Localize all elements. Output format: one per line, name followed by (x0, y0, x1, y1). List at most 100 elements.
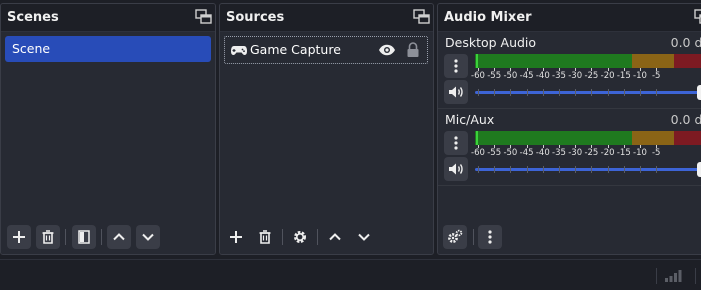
scale-label: -40 (535, 148, 550, 158)
remove-scene-button[interactable] (36, 225, 60, 249)
scale-label: -60 (471, 71, 485, 81)
move-scene-up-button[interactable] (107, 225, 131, 249)
slider-handle[interactable] (697, 162, 701, 177)
slider-tick (526, 89, 528, 96)
toolbar-separator (317, 229, 318, 245)
undock-icon[interactable] (413, 9, 430, 25)
move-scene-down-button[interactable] (136, 225, 160, 249)
audio-mixer-toolbar (438, 221, 701, 254)
volume-slider[interactable] (475, 162, 701, 178)
audio-mixer-dock-title: Audio Mixer (444, 10, 532, 25)
scale-label: -55 (487, 148, 502, 158)
kebab-menu-icon (454, 136, 458, 150)
add-scene-button[interactable] (7, 225, 31, 249)
volume-slider[interactable] (475, 85, 701, 101)
channel-menu-button[interactable] (444, 54, 468, 78)
toolbar-separator (473, 229, 474, 245)
sources-toolbar (220, 221, 433, 254)
scale-label: -10 (633, 148, 647, 158)
slider-tick (591, 89, 593, 96)
audio-mixer-dock: Audio Mixer Desktop Audio 0.0 dB -60-55-… (437, 3, 701, 255)
audio-mixer-channels: Desktop Audio 0.0 dB -60-55-50-45-40-35-… (438, 32, 701, 221)
visibility-eye-icon[interactable] (378, 43, 396, 57)
channel-level: 0.0 dB (670, 35, 701, 50)
mute-button[interactable] (444, 80, 468, 104)
sources-dock: Sources Game Capture (219, 3, 434, 255)
scale-label: -30 (568, 148, 583, 158)
scale-label: -15 (616, 148, 631, 158)
scene-item[interactable]: Scene (5, 36, 211, 62)
add-source-button[interactable] (224, 225, 248, 249)
move-source-up-button[interactable] (323, 225, 347, 249)
scale-label: -50 (503, 148, 518, 158)
slider-tick (623, 166, 625, 173)
plus-icon (230, 231, 242, 243)
channel-level: 0.0 dB (670, 112, 701, 127)
scale-label: -25 (584, 148, 599, 158)
remove-source-button[interactable] (253, 225, 277, 249)
slider-tick (656, 166, 658, 173)
scale-label: -10 (633, 71, 647, 81)
slider-tick (542, 89, 544, 96)
channel-menu-button[interactable] (444, 131, 468, 155)
meter-scale: -60 -55 -50 -45 -40 -35 -30 -25 -20 -15 -10 -5 (471, 145, 701, 163)
mixer-channel-mic-aux: Mic/Aux 0.0 dB -60-55-50-45-40-35-30-25-… (438, 109, 701, 186)
slider-tick (640, 166, 641, 173)
mixer-channel-desktop-audio: Desktop Audio 0.0 dB -60-55-50-45-40-35-… (438, 32, 701, 109)
trash-icon (259, 230, 271, 244)
slider-tick (494, 89, 496, 96)
scenes-list: Scene (1, 32, 215, 221)
source-properties-button[interactable] (288, 225, 312, 249)
toolbar-separator (282, 229, 283, 245)
scale-label: -25 (584, 71, 599, 81)
scenes-dock: Scenes Scene (0, 3, 216, 255)
chevron-up-icon (329, 233, 341, 241)
slider-tick (575, 166, 577, 173)
slider-tick (494, 166, 496, 173)
gear-icon (294, 231, 306, 243)
status-separator (695, 268, 696, 284)
undock-icon[interactable] (694, 9, 701, 25)
gears-icon (448, 229, 463, 243)
scale-label: -35 (552, 71, 566, 81)
sources-dock-title: Sources (226, 10, 285, 25)
slider-tick (656, 89, 658, 96)
slider-tick (526, 166, 528, 173)
scale-label: -50 (503, 71, 518, 81)
kebab-menu-icon (488, 230, 492, 244)
slider-tick (607, 89, 609, 96)
scenes-dock-title: Scenes (7, 10, 59, 25)
mixer-menu-button[interactable] (478, 225, 502, 249)
scale-label: -20 (600, 71, 615, 81)
scene-filters-button[interactable] (72, 225, 96, 249)
scale-label: -35 (552, 148, 566, 158)
mute-button[interactable] (444, 157, 468, 181)
scale-label: -20 (600, 148, 615, 158)
channel-name: Mic/Aux (445, 112, 495, 127)
scale-label: -30 (568, 71, 583, 81)
slider-handle[interactable] (697, 85, 701, 100)
advanced-audio-properties-button[interactable] (443, 225, 467, 249)
sources-dock-header: Sources (220, 4, 433, 32)
speaker-icon (449, 86, 463, 98)
slider-tick (607, 166, 609, 173)
slider-tick (623, 89, 625, 96)
plus-icon (13, 231, 25, 243)
toolbar-separator (65, 229, 66, 245)
volume-meter (475, 131, 701, 145)
source-item[interactable]: Game Capture (224, 36, 428, 64)
slider-tick (478, 89, 479, 96)
status-separator (656, 268, 657, 284)
channel-name: Desktop Audio (445, 35, 537, 50)
scale-label: -15 (616, 71, 631, 81)
move-source-down-button[interactable] (352, 225, 376, 249)
status-bar (0, 259, 701, 290)
kebab-menu-icon (454, 59, 458, 73)
scale-label: -5 (651, 148, 661, 158)
chevron-up-icon (113, 233, 125, 241)
undock-icon[interactable] (195, 9, 212, 25)
lock-icon[interactable] (406, 41, 420, 58)
slider-tick (559, 89, 560, 96)
scale-label: -45 (519, 71, 534, 81)
chevron-down-icon (358, 233, 370, 241)
